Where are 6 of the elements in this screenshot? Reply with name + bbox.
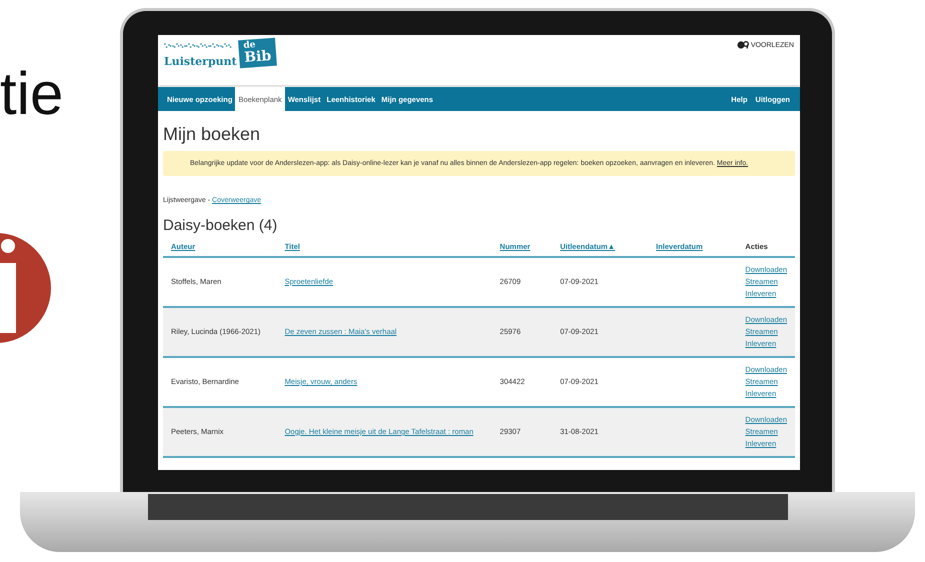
logo[interactable]: Luisterpunt de Bib <box>164 39 276 85</box>
slide-title: tie <box>0 64 64 124</box>
speaker-icon <box>736 41 749 49</box>
page-heading: Mijn boeken <box>163 124 262 145</box>
braille-dots-icon <box>164 43 232 49</box>
section-heading: Daisy-boeken (4) <box>163 217 278 234</box>
